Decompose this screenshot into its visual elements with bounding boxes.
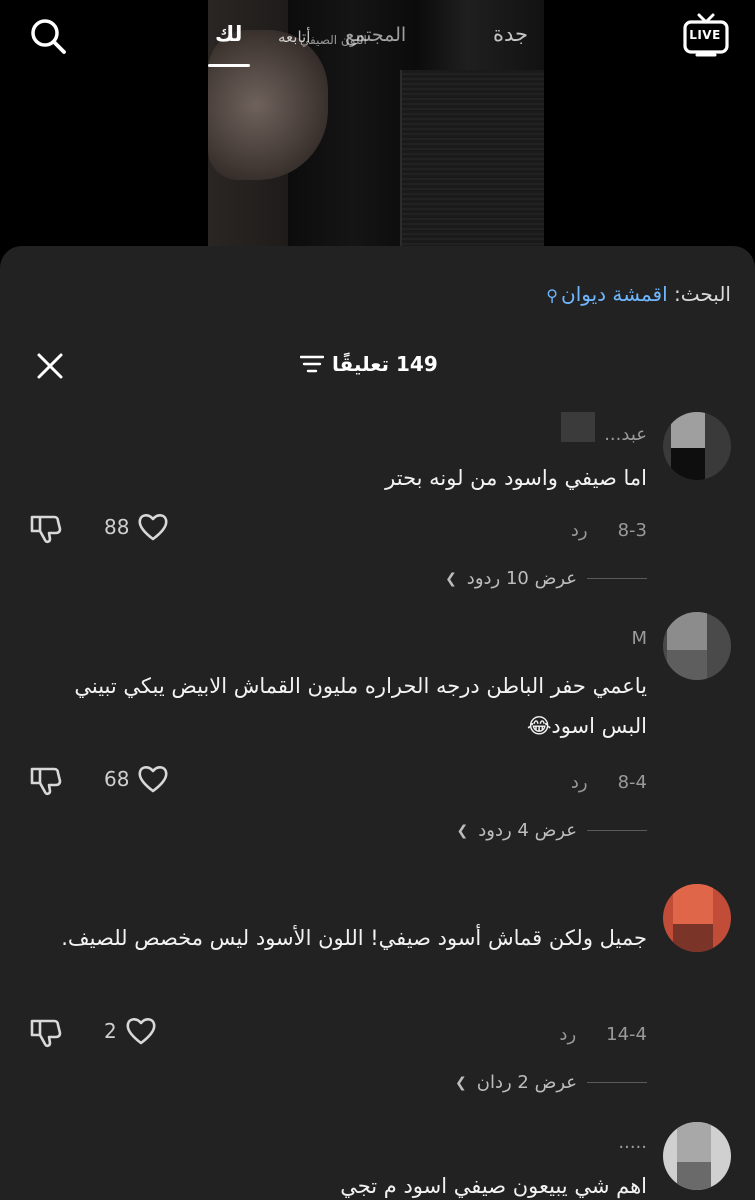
like-button[interactable]: 88 [104, 512, 169, 542]
comment-text: ياعمي حفر الباطن درجه الحراره مليون القم… [74, 674, 647, 738]
view-replies-button[interactable]: عرض 2 ردان ❯ [455, 1072, 647, 1093]
view-replies-button[interactable]: عرض 10 ردود ❯ [445, 568, 647, 589]
video-fabric-seam [400, 70, 544, 250]
top-navigation: لك أتابعه اللون الصيفي المجتمع جدة LIVE [0, 0, 755, 80]
tab-community[interactable]: المجتمع [345, 24, 406, 46]
avatar[interactable] [663, 612, 731, 680]
avatar-blur-bottom [673, 924, 713, 952]
replies-divider [587, 830, 647, 831]
comment-username[interactable]: ..... [618, 1132, 647, 1153]
comment-date: 8-3 [617, 520, 647, 541]
avatar-blur-bottom [667, 650, 707, 680]
comment-count: 149 تعليقًا [332, 352, 438, 376]
chevron-down-icon: ❯ [456, 822, 469, 839]
reply-button[interactable]: رد [571, 520, 588, 541]
dislike-icon[interactable] [28, 510, 64, 546]
like-count: 88 [104, 515, 130, 539]
comment-date: 8-4 [617, 772, 647, 793]
comment-meta: 14-4 رد [559, 1024, 647, 1045]
avatar-blur-top [673, 884, 713, 924]
dislike-icon[interactable] [28, 762, 64, 798]
reply-button[interactable]: رد [559, 1024, 576, 1045]
avatar[interactable] [663, 412, 731, 480]
reply-button[interactable]: رد [571, 772, 588, 793]
comment-text: اما صيفي واسود من لونه بحتر [385, 466, 647, 490]
username-blur [561, 412, 595, 442]
search-icon [31, 19, 66, 54]
tab-for-you[interactable]: لك [215, 22, 242, 46]
like-button[interactable]: 68 [104, 764, 169, 794]
replies-divider [587, 578, 647, 579]
comments-header: 149 تعليقًا [0, 342, 755, 392]
dislike-icon[interactable] [28, 1014, 64, 1050]
avatar[interactable] [663, 1122, 731, 1190]
comments-sheet: البحث: اقمشة ديوان⚲ 149 تعليقًا عبد... ا… [0, 246, 755, 1200]
avatar-blur-top [671, 412, 705, 448]
comment-count-sort[interactable]: 149 تعليقًا [300, 352, 438, 376]
comment-text: جميل ولكن قماش أسود صيفي! اللون الأسود ل… [61, 926, 647, 950]
avatar-blur-bottom [677, 1162, 711, 1190]
sort-icon [300, 355, 324, 373]
like-button[interactable]: 2 [104, 1016, 157, 1046]
replies-divider [587, 1082, 647, 1083]
avatar-blur-bottom [671, 448, 705, 480]
search-icon: ⚲ [546, 286, 558, 305]
chevron-down-icon: ❯ [445, 570, 457, 587]
like-count: 68 [104, 767, 130, 791]
view-replies-label: عرض 10 ردود [466, 568, 577, 589]
search-suggestion-term[interactable]: اقمشة ديوان [561, 282, 668, 306]
live-label: LIVE [689, 28, 721, 42]
avatar[interactable] [663, 884, 731, 952]
search-suggestion[interactable]: البحث: اقمشة ديوان⚲ [546, 282, 731, 306]
comment-username[interactable]: عبد... [604, 424, 647, 445]
comment-username[interactable]: M [631, 628, 647, 649]
comment-meta: 8-4 رد [571, 772, 647, 793]
chevron-down-icon: ❯ [455, 1074, 467, 1091]
comment-text: اهم شي يبيعون صيفي اسود م تجي [340, 1174, 647, 1198]
heart-icon [138, 514, 168, 541]
avatar-blur-top [667, 612, 707, 650]
view-replies-button[interactable]: عرض 4 ردود ❯ [457, 820, 647, 841]
avatar-blur-top [677, 1122, 711, 1162]
search-suggestion-label: البحث: [674, 282, 731, 306]
heart-icon [126, 1018, 156, 1045]
tab-jeddah[interactable]: جدة [493, 22, 528, 46]
close-icon [37, 353, 63, 379]
live-button[interactable]: LIVE [682, 12, 730, 58]
view-replies-label: عرض 2 ردان [476, 1072, 577, 1093]
heart-icon [138, 766, 168, 793]
search-button[interactable] [26, 14, 70, 58]
like-count: 2 [104, 1019, 117, 1043]
comment-date: 14-4 [606, 1024, 647, 1045]
tab-active-indicator [208, 64, 250, 67]
close-button[interactable] [34, 350, 66, 382]
comment-meta: 8-3 رد [571, 520, 647, 541]
view-replies-label: عرض 4 ردود [478, 820, 577, 841]
